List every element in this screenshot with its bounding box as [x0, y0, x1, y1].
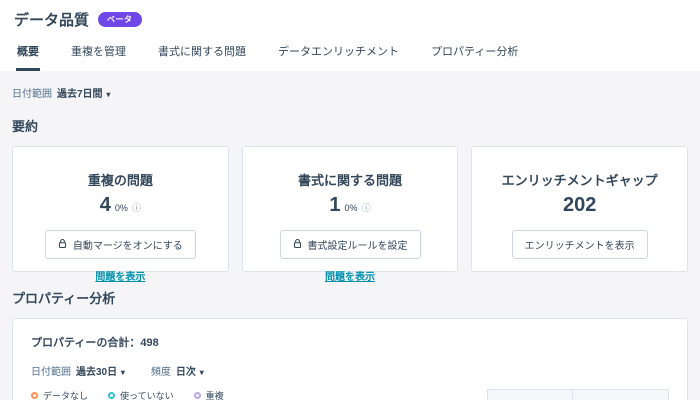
card-value: 202	[563, 194, 596, 217]
date-range-value: 過去7日間	[57, 89, 103, 100]
card-title: 重複の問題	[13, 170, 228, 189]
insights-date-filter: 日付範囲 過去30日 ▾	[31, 363, 125, 378]
legend-dot-icon	[31, 392, 38, 399]
view-issues-link[interactable]: 問題を表示	[243, 268, 458, 283]
card-action-button-formatting-issues[interactable]: 書式設定ルールを設定	[280, 230, 421, 259]
caret-down-icon: ▾	[200, 368, 204, 377]
insights-filters: 日付範囲 過去30日 ▾ 頻度 日次 ▾	[31, 363, 669, 378]
insights-date-range-value: 過去30日	[76, 367, 117, 378]
legend-label: 使っていない	[120, 389, 174, 400]
date-range-dropdown[interactable]: 過去7日間 ▾	[57, 85, 110, 100]
summary-date-filter: 日付範囲 過去7日間 ▾	[12, 85, 688, 100]
card-title: エンリッチメントギャップ	[472, 170, 687, 189]
info-icon[interactable]: ⓘ	[132, 201, 141, 214]
tab-overview[interactable]: 概要	[16, 37, 40, 71]
frequency-dropdown[interactable]: 日次 ▾	[176, 363, 204, 378]
page-header: データ品質 ベータ 概要重複を管理書式に関する問題データエンリッチメントプロパテ…	[0, 0, 700, 71]
date-range-label: 日付範囲	[12, 85, 52, 100]
card-action-button-enrichment-gaps[interactable]: エンリッチメントを表示	[512, 230, 648, 259]
card-percent: 0%	[115, 203, 128, 213]
frequency-value: 日次	[176, 367, 196, 378]
page-title: データ品質	[14, 9, 89, 30]
summary-cards: 重複の問題40%ⓘ自動マージをオンにする問題を表示書式に関する問題10%ⓘ書式設…	[12, 146, 688, 272]
legend-dot-icon	[108, 392, 115, 399]
chart-legend: データなし 使っていない 重複	[31, 389, 471, 400]
summary-card-duplicate-issues: 重複の問題40%ⓘ自動マージをオンにする問題を表示	[12, 146, 229, 272]
lock-icon	[293, 238, 302, 252]
tab-manage-duplicates[interactable]: 重複を管理	[70, 37, 127, 71]
tab-bar: 概要重複を管理書式に関する問題データエンリッチメントプロパティー分析	[14, 37, 686, 71]
info-icon[interactable]: ⓘ	[362, 201, 371, 214]
insights-content: データなし使っていない重複 400 問題プロパティー データなし172	[31, 389, 669, 400]
issues-table-header: プロパティー	[572, 390, 668, 400]
card-button-label: エンリッチメントを表示	[525, 237, 635, 252]
frequency-filter: 頻度 日次 ▾	[151, 363, 204, 378]
card-value-row: 1 0% ⓘ	[243, 194, 458, 218]
card-value: 1	[329, 194, 340, 217]
card-button-label: 書式設定ルールを設定	[308, 237, 408, 252]
card-value: 4	[100, 194, 111, 217]
legend-item[interactable]: データなし	[31, 389, 88, 400]
card-button-label: 自動マージをオンにする	[73, 237, 183, 252]
summary-card-enrichment-gaps: エンリッチメントギャップ 202 エンリッチメントを表示	[471, 146, 688, 272]
property-insights-heading: プロパティー分析	[12, 288, 688, 307]
card-action-button-duplicate-issues[interactable]: 自動マージをオンにする	[45, 230, 196, 259]
lock-icon	[58, 238, 67, 252]
legend-label: データなし	[43, 389, 88, 400]
property-total: プロパティーの合計：498	[31, 334, 669, 350]
issues-table-header: 問題	[488, 390, 573, 400]
card-value-row: 202	[472, 194, 687, 218]
card-percent: 0%	[345, 203, 358, 213]
tab-format-issues[interactable]: 書式に関する問題	[157, 37, 247, 71]
issues-table-column: 問題プロパティー データなし172	[487, 389, 669, 400]
insights-date-range-label: 日付範囲	[31, 363, 71, 378]
view-issues-link[interactable]: 問題を表示	[13, 268, 228, 283]
legend-item[interactable]: 重複	[194, 389, 224, 400]
main-content: 日付範囲 過去7日間 ▾ 要約 重複の問題 4 0% ⓘ 自動マージをオンにする問題を表…	[0, 71, 700, 400]
beta-badge: ベータ	[98, 12, 142, 27]
insights-date-range-dropdown[interactable]: 過去30日 ▾	[76, 363, 125, 378]
card-value-row: 4 0% ⓘ	[13, 194, 228, 218]
tab-data-enrichment[interactable]: データエンリッチメント	[277, 37, 400, 71]
caret-down-icon: ▾	[106, 90, 110, 99]
frequency-label: 頻度	[151, 363, 171, 378]
title-row: データ品質 ベータ	[14, 9, 686, 30]
card-title: 書式に関する問題	[243, 170, 458, 189]
summary-heading: 要約	[12, 116, 688, 135]
legend-dot-icon	[194, 392, 201, 399]
legend-item[interactable]: 使っていない	[108, 389, 174, 400]
issues-table-header-row: 問題プロパティー	[488, 390, 669, 400]
property-insights-card: プロパティーの合計：498 日付範囲 過去30日 ▾ 頻度 日次 ▾ データなし…	[12, 318, 688, 400]
issues-table: 問題プロパティー データなし172	[487, 389, 669, 400]
tab-property-insights[interactable]: プロパティー分析	[430, 37, 519, 71]
chart-column: データなし使っていない重複 400	[31, 389, 471, 400]
caret-down-icon: ▾	[121, 368, 125, 377]
legend-label: 重複	[206, 389, 224, 400]
summary-card-formatting-issues: 書式に関する問題10%ⓘ書式設定ルールを設定問題を表示	[242, 146, 459, 272]
